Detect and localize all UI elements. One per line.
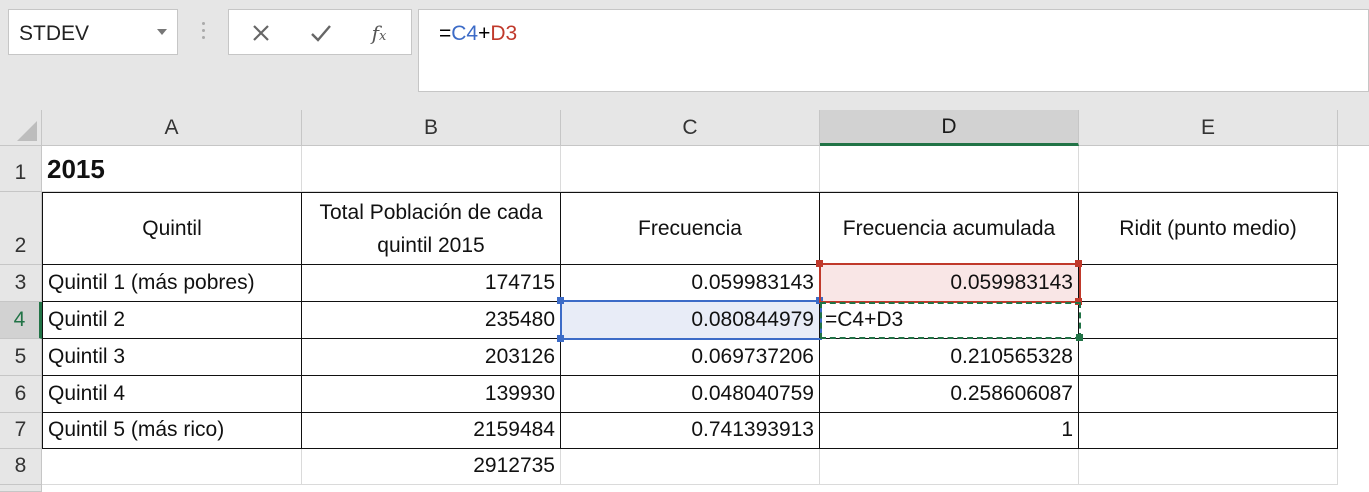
cell-c6[interactable]: 0.048040759 [561,376,820,413]
cell-b6[interactable]: 139930 [302,376,561,413]
cell-c2[interactable]: Frecuencia [561,192,820,265]
row-header-1[interactable]: 1 [0,146,42,192]
ref-handle-d3-tr[interactable] [1075,260,1082,267]
cell-b7[interactable]: 2159484 [302,413,561,449]
formula-prefix: = [439,22,452,45]
formula-buttons: fx [228,9,412,55]
name-box[interactable]: STDEV [8,9,178,55]
cell-a8[interactable] [42,449,302,485]
cell-c8[interactable] [561,449,820,485]
formula-text: =C4+D3 [439,22,517,46]
cell-d6[interactable]: 0.258606087 [820,376,1079,413]
cell-a1[interactable]: 2015 [42,146,302,192]
cell-e3[interactable] [1079,265,1338,302]
column-header-e[interactable]: E [1079,110,1338,146]
row-header-6[interactable]: 6 [0,376,42,413]
cell-d7[interactable]: 1 [820,413,1079,449]
ref-handle-c4-bl[interactable] [557,335,564,342]
ref-handle-d3-br[interactable] [1075,298,1082,305]
cell-b2[interactable]: Total Población de cada quintil 2015 [302,192,561,265]
cell-b5[interactable]: 203126 [302,339,561,376]
cell-c4[interactable]: 0.080844979 [561,302,820,339]
cell-e1[interactable] [1079,146,1338,192]
cell-b1[interactable] [302,146,561,192]
formula-bar-input[interactable]: =C4+D3 [418,9,1369,92]
cell-e7[interactable] [1079,413,1338,449]
cell-d2[interactable]: Frecuencia acumulada [820,192,1079,265]
enter-check-icon[interactable] [309,21,333,45]
column-header-a[interactable]: A [42,110,302,146]
name-box-value: STDEV [19,22,90,45]
row-header-4[interactable]: 4 [0,302,42,339]
cell-a3[interactable]: Quintil 1 (más pobres) [42,265,302,302]
column-header-f[interactable] [1338,110,1369,146]
formula-operator: + [478,22,491,45]
cell-d3[interactable]: 0.059983143 [820,265,1079,302]
row-header-5[interactable]: 5 [0,339,42,376]
ref-handle-d3-tl[interactable] [816,260,823,267]
cell-c7[interactable]: 0.741393913 [561,413,820,449]
cell-b8[interactable]: 2912735 [302,449,561,485]
cell-e4[interactable] [1079,302,1338,339]
cell-a6[interactable]: Quintil 4 [42,376,302,413]
column-header-d[interactable]: D [820,110,1079,146]
insert-function-icon[interactable]: fx [367,21,391,45]
row-header-9[interactable] [0,485,42,492]
fill-handle[interactable] [1076,334,1083,341]
cell-a7[interactable]: Quintil 5 (más rico) [42,413,302,449]
select-all-button[interactable] [0,110,42,146]
cell-e8[interactable] [1079,449,1338,485]
row-header-2[interactable]: 2 [0,192,42,265]
chevron-down-icon[interactable] [157,29,167,35]
cell-d4-editing[interactable]: =C4+D3 [820,302,1079,339]
cell-c3[interactable]: 0.059983143 [561,265,820,302]
cell-d5[interactable]: 0.210565328 [820,339,1079,376]
cell-c1[interactable] [561,146,820,192]
drag-handle-icon[interactable] [200,18,206,48]
column-header-c[interactable]: C [561,110,820,146]
column-header-b[interactable]: B [302,110,561,146]
cell-b4[interactable]: 235480 [302,302,561,339]
row-header-8[interactable]: 8 [0,449,42,485]
cell-e5[interactable] [1079,339,1338,376]
cancel-icon[interactable] [249,21,273,45]
cell-d8[interactable] [820,449,1079,485]
formula-ref-c4: C4 [451,22,479,45]
cell-d1[interactable] [820,146,1079,192]
cell-a4[interactable]: Quintil 2 [42,302,302,339]
cell-a2[interactable]: Quintil [42,192,302,265]
row-header-7[interactable]: 7 [0,413,42,449]
cell-c5[interactable]: 0.069737206 [561,339,820,376]
cell-b3[interactable]: 174715 [302,265,561,302]
ref-handle-c4-tl[interactable] [557,297,564,304]
cell-e2[interactable]: Ridit (punto medio) [1079,192,1338,265]
cell-e6[interactable] [1079,376,1338,413]
formula-ref-d3: D3 [490,22,518,45]
ref-handle-c4-tr[interactable] [816,297,823,304]
cell-a5[interactable]: Quintil 3 [42,339,302,376]
row-header-3[interactable]: 3 [0,265,42,302]
